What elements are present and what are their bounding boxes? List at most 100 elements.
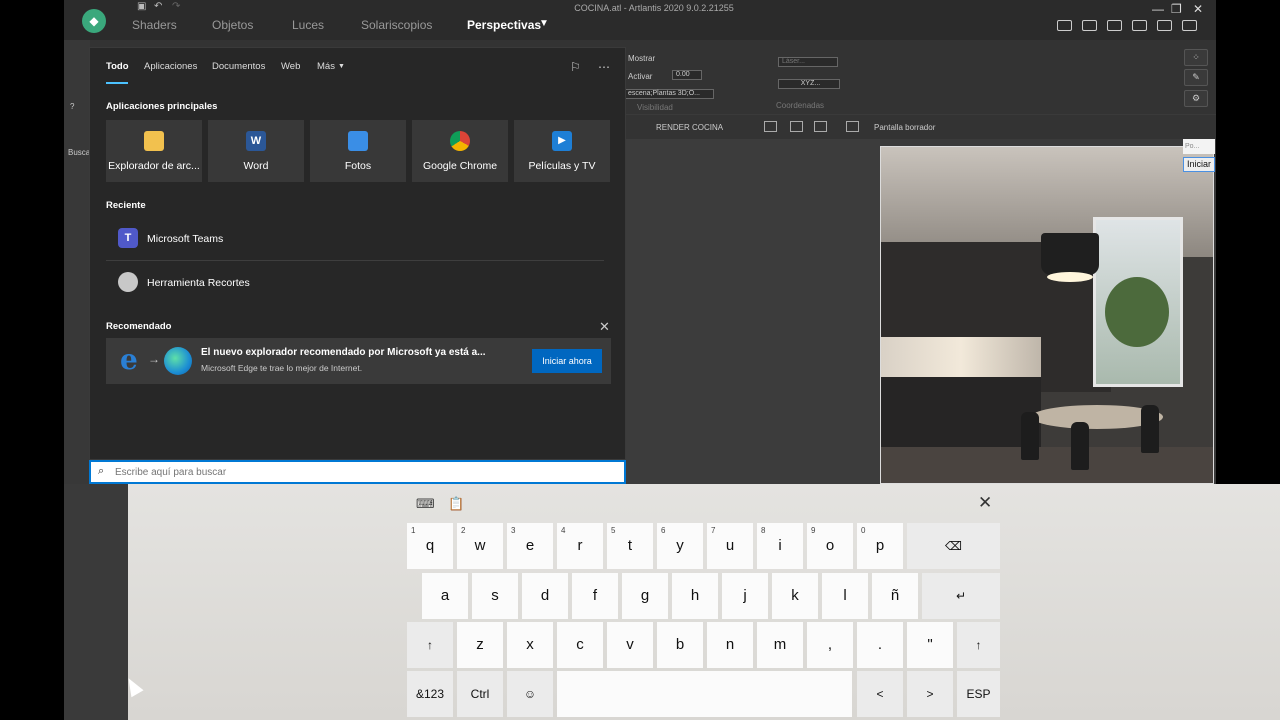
app-tile-explorer[interactable]: Explorador de arc... <box>106 120 202 182</box>
clipboard-icon[interactable]: 📋 <box>448 496 464 512</box>
key-p[interactable]: p0 <box>857 523 903 569</box>
position-field[interactable]: Po... <box>1183 139 1215 154</box>
key-l[interactable]: l <box>822 573 868 619</box>
key-row3-3[interactable]: v <box>607 622 653 668</box>
app-tile-fotos[interactable]: Fotos <box>310 120 406 182</box>
artlantis-logo-icon[interactable]: ◆ <box>82 9 106 33</box>
layer-field[interactable]: Láser... <box>778 57 838 67</box>
key-d[interactable]: d <box>522 573 568 619</box>
recent-item-recortes[interactable]: Herramienta Recortes <box>106 263 604 303</box>
key-r[interactable]: r4 <box>557 523 603 569</box>
key-q[interactable]: q1 <box>407 523 453 569</box>
key-language[interactable]: ESP <box>957 671 1000 717</box>
keyboard-settings-icon[interactable]: ⌨ <box>416 496 435 512</box>
camera-icon[interactable] <box>1132 20 1147 31</box>
key-ñ[interactable]: ñ <box>872 573 918 619</box>
key-row3-7[interactable]: , <box>807 622 853 668</box>
key-s[interactable]: s <box>472 573 518 619</box>
color-icon[interactable]: ✎ <box>1184 69 1208 86</box>
taskbar-search-box[interactable]: ⌕ <box>89 460 626 484</box>
windows-icon[interactable] <box>1107 20 1122 31</box>
tab-documentos[interactable]: Documentos <box>212 61 265 72</box>
key-row3-5[interactable]: n <box>707 622 753 668</box>
restore-icon[interactable]: ❐ <box>1171 2 1182 16</box>
menu-solariscopios[interactable]: Solariscopios <box>361 18 432 32</box>
key-e[interactable]: e3 <box>507 523 553 569</box>
key-shift-left[interactable]: ↑ <box>407 622 453 668</box>
key-shift-right[interactable]: ↑ <box>957 622 1000 668</box>
key-numbers-symbols[interactable]: &123 <box>407 671 453 717</box>
sync-icon[interactable] <box>1082 20 1097 31</box>
key-w[interactable]: w2 <box>457 523 503 569</box>
settings-icon[interactable]: ⚙ <box>1184 90 1208 107</box>
key-ctrl[interactable]: Ctrl <box>457 671 503 717</box>
key-o[interactable]: o9 <box>807 523 853 569</box>
key-row3-0[interactable]: z <box>457 622 503 668</box>
menu-luces[interactable]: Luces <box>292 18 324 32</box>
menu-objetos[interactable]: Objetos <box>212 18 253 32</box>
feedback-icon[interactable]: ⚐ <box>570 60 581 74</box>
key-right-arrow[interactable]: > <box>907 671 953 717</box>
fit-icon[interactable] <box>764 121 777 132</box>
activar-value-field[interactable]: 0.00 <box>672 70 702 80</box>
key-space[interactable] <box>557 671 852 717</box>
perspectivas-dropdown-icon[interactable]: ▼ <box>539 18 549 29</box>
recent-item-teams[interactable]: T Microsoft Teams <box>106 219 604 259</box>
app-tile-chrome[interactable]: Google Chrome <box>412 120 508 182</box>
tab-web[interactable]: Web <box>281 61 300 72</box>
minimize-icon[interactable]: — <box>1152 2 1164 16</box>
mas-dropdown-icon[interactable]: ▼ <box>338 63 345 70</box>
xyz-button[interactable]: XYZ... <box>778 79 840 89</box>
cart-icon[interactable] <box>1057 20 1072 31</box>
monitor-icon[interactable] <box>1157 20 1172 31</box>
key-k[interactable]: k <box>772 573 818 619</box>
key-u[interactable]: u7 <box>707 523 753 569</box>
key-row3-6[interactable]: m <box>757 622 803 668</box>
key-f[interactable]: f <box>572 573 618 619</box>
undo-icon[interactable]: ↶ <box>154 1 162 12</box>
activar-label[interactable]: Activar <box>628 72 652 81</box>
pantalla-borrador-label[interactable]: Pantalla borrador <box>874 123 935 132</box>
tab-todo[interactable]: Todo <box>106 61 129 72</box>
scene-select[interactable]: escena;Plantas 3D;O... <box>624 89 714 99</box>
keyboard-close-icon[interactable]: ✕ <box>978 493 992 513</box>
key-t[interactable]: t5 <box>607 523 653 569</box>
app-tile-peliculas[interactable]: ▶ Películas y TV <box>514 120 610 182</box>
tab-mas[interactable]: Más <box>317 61 335 72</box>
key-left-arrow[interactable]: < <box>857 671 903 717</box>
iniciar-render-button[interactable]: Iniciar <box>1183 157 1215 172</box>
key-row3-1[interactable]: x <box>507 622 553 668</box>
key-j[interactable]: j <box>722 573 768 619</box>
key-row3-4[interactable]: b <box>657 622 703 668</box>
dismiss-recommendation-icon[interactable]: ✕ <box>599 319 610 335</box>
recommendation-card[interactable]: e → El nuevo explorador recomendado por … <box>106 338 611 384</box>
tab-aplicaciones[interactable]: Aplicaciones <box>144 61 197 72</box>
search-input[interactable] <box>115 464 615 480</box>
key-y[interactable]: y6 <box>657 523 703 569</box>
key-backspace[interactable]: ⌫ <box>907 523 1000 569</box>
render-settings-icon[interactable] <box>1182 20 1197 31</box>
help-icon[interactable]: ? <box>70 102 74 111</box>
key-emoji[interactable]: ☺ <box>507 671 553 717</box>
frame-icon[interactable] <box>790 121 803 132</box>
key-row3-2[interactable]: c <box>557 622 603 668</box>
menu-shaders[interactable]: Shaders <box>132 18 177 32</box>
app-tile-word[interactable]: W Word <box>208 120 304 182</box>
grid-icon[interactable]: ⁘ <box>1184 49 1208 66</box>
render-cocina-label[interactable]: RENDER COCINA <box>656 123 723 132</box>
key-row3-9[interactable]: " <box>907 622 953 668</box>
save-icon[interactable]: ▣ <box>137 1 146 12</box>
key-h[interactable]: h <box>672 573 718 619</box>
more-options-icon[interactable]: ⋯ <box>598 60 610 74</box>
key-a[interactable]: a <box>422 573 468 619</box>
close-window-icon[interactable]: ✕ <box>1193 2 1203 16</box>
key-g[interactable]: g <box>622 573 668 619</box>
iniciar-ahora-button[interactable]: Iniciar ahora <box>532 349 602 373</box>
key-row3-8[interactable]: . <box>857 622 903 668</box>
key-enter[interactable]: ↵ <box>922 573 1000 619</box>
menu-perspectivas[interactable]: Perspectivas <box>467 18 541 32</box>
crop-icon[interactable] <box>814 121 827 132</box>
region-icon[interactable] <box>846 121 859 132</box>
key-i[interactable]: i8 <box>757 523 803 569</box>
redo-icon[interactable]: ↷ <box>172 1 180 12</box>
